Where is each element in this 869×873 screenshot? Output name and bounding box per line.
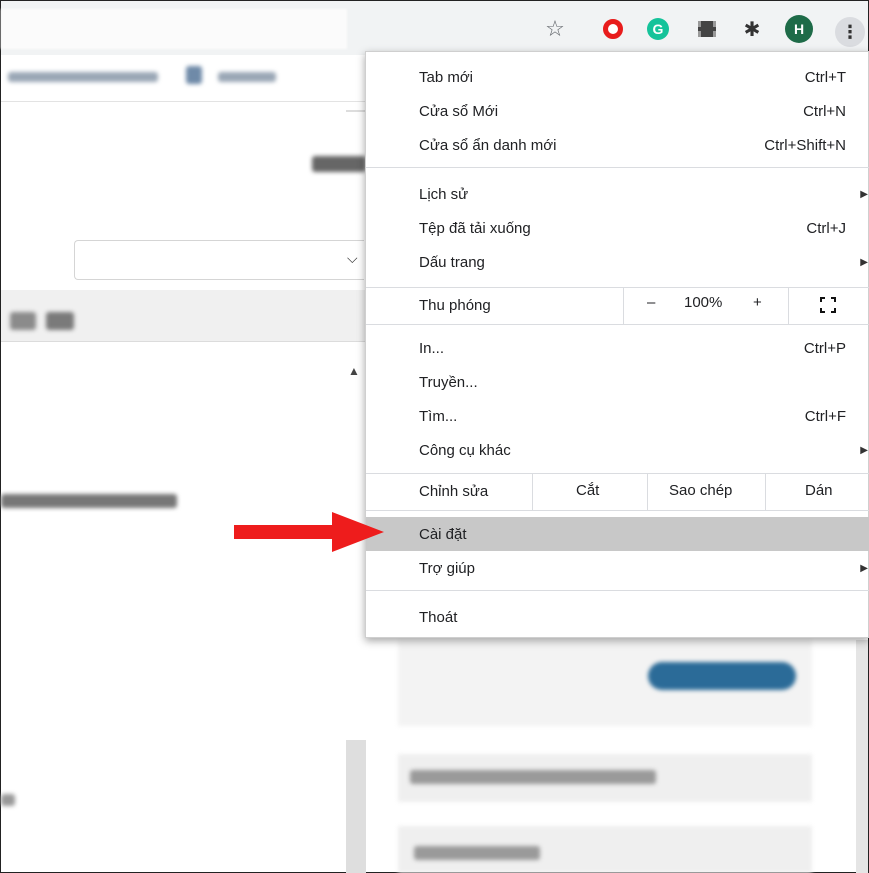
grammarly-letter: G: [647, 18, 669, 40]
zoom-divider: [623, 288, 624, 324]
bookmark-star-icon[interactable]: ☆: [541, 15, 569, 43]
menu-item-find[interactable]: Tìm... Ctrl+F: [366, 399, 869, 433]
blurred-text-fragment: [1, 794, 15, 806]
submenu-arrow-icon: ▶: [860, 444, 868, 456]
opera-adblock-icon[interactable]: [599, 15, 627, 43]
menu-item-shortcut: Ctrl+N: [803, 102, 846, 120]
blurred-body-text: [1, 494, 177, 508]
browser-toolbar: ☆ G ✱ H ⋮: [1, 1, 868, 55]
chevron-down-icon[interactable]: ⌵: [347, 250, 365, 268]
menu-item-new-incognito-window[interactable]: Cửa sổ ẩn danh mới Ctrl+Shift+N: [366, 128, 869, 162]
menu-item-label: Cửa sổ Mới: [419, 102, 499, 120]
blurred-panel-title: [410, 770, 656, 784]
menu-item-exit[interactable]: Thoát: [366, 600, 869, 634]
cut-button[interactable]: Cắt: [576, 482, 599, 499]
menu-item-cast[interactable]: Truyền...: [366, 365, 869, 399]
blurred-primary-button[interactable]: [648, 662, 796, 690]
paste-button[interactable]: Dán: [805, 482, 833, 499]
menu-item-shortcut: Ctrl+F: [804, 407, 846, 425]
chrome-menu-kebab-icon[interactable]: ⋮: [835, 17, 865, 47]
grammarly-extension-icon[interactable]: G: [644, 15, 672, 43]
menu-item-label: Cửa sổ ẩn danh mới: [419, 136, 557, 154]
menu-separator: [366, 324, 869, 325]
bookmark-folder-icon: [186, 66, 202, 84]
bookmark-item-blurred-2[interactable]: [218, 72, 276, 82]
right-scrollbar[interactable]: [856, 640, 868, 873]
blurred-input-field[interactable]: [74, 240, 364, 280]
menu-item-help[interactable]: Trợ giúp ▶: [366, 551, 869, 585]
filmstrip-extension-icon[interactable]: [693, 15, 721, 43]
menu-item-label: Dấu trang: [419, 253, 485, 271]
menu-item-label: Tìm...: [419, 407, 458, 425]
editor-tool-icon-2[interactable]: [46, 312, 74, 330]
menu-zoom-row: Thu phóng – 100% +: [366, 288, 869, 324]
bookmark-item-blurred[interactable]: [8, 72, 158, 82]
menu-item-shortcut: Ctrl+Shift+N: [764, 136, 846, 154]
menu-item-settings[interactable]: Cài đặt: [366, 517, 869, 551]
menu-item-history[interactable]: Lịch sử ▶: [366, 177, 869, 211]
edit-divider: [647, 474, 648, 510]
menu-item-label: Tệp đã tải xuống: [419, 219, 531, 237]
menu-separator: [366, 167, 869, 168]
scroll-up-arrow-icon[interactable]: ▲: [348, 364, 360, 378]
menu-item-bookmarks[interactable]: Dấu trang ▶: [366, 245, 869, 279]
editor-tool-icon[interactable]: [10, 312, 36, 330]
menu-item-label: Truyền...: [419, 373, 478, 391]
menu-separator: [366, 510, 869, 511]
edit-divider: [532, 474, 533, 510]
menu-item-downloads[interactable]: Tệp đã tải xuống Ctrl+J: [366, 211, 869, 245]
submenu-arrow-icon: ▶: [860, 256, 868, 268]
scrollbar-track[interactable]: [346, 740, 366, 873]
menu-edit-row: Chỉnh sửa Cắt Sao chép Dán: [366, 474, 869, 510]
menu-item-label: Công cụ khác: [419, 441, 511, 459]
avatar-letter: H: [785, 15, 813, 43]
menu-item-label: Cài đặt: [419, 525, 467, 543]
menu-item-print[interactable]: In... Ctrl+P: [366, 331, 869, 365]
menu-item-label: In...: [419, 339, 445, 357]
zoom-out-button[interactable]: –: [647, 294, 655, 311]
edit-label: Chỉnh sửa: [419, 483, 489, 500]
blurred-panel-title-2: [414, 846, 540, 860]
menu-item-shortcut: Ctrl+T: [804, 68, 846, 86]
menu-item-shortcut: Ctrl+J: [806, 219, 846, 237]
menu-item-more-tools[interactable]: Công cụ khác ▶: [366, 433, 869, 467]
menu-item-label: Tab mới: [419, 68, 474, 86]
profile-avatar[interactable]: H: [785, 15, 813, 43]
fullscreen-icon[interactable]: [820, 297, 836, 313]
zoom-in-button[interactable]: +: [753, 294, 762, 311]
chrome-main-menu: Tab mới Ctrl+T Cửa sổ Mới Ctrl+N Cửa sổ …: [365, 51, 869, 638]
address-bar[interactable]: [1, 9, 347, 49]
blurred-number: [312, 156, 366, 172]
zoom-divider: [788, 288, 789, 324]
menu-item-label: Lịch sử: [419, 185, 469, 203]
menu-item-shortcut: Ctrl+P: [803, 339, 846, 357]
extensions-puzzle-icon[interactable]: ✱: [738, 15, 766, 43]
menu-item-label: Trợ giúp: [419, 559, 475, 577]
zoom-level: 100%: [684, 294, 723, 311]
copy-button[interactable]: Sao chép: [669, 482, 732, 499]
menu-item-new-window[interactable]: Cửa sổ Mới Ctrl+N: [366, 94, 869, 128]
edit-divider: [765, 474, 766, 510]
menu-item-label: Thoát: [419, 608, 458, 626]
zoom-label: Thu phóng: [419, 297, 491, 314]
submenu-arrow-icon: ▶: [860, 562, 868, 574]
menu-separator: [366, 590, 869, 591]
submenu-arrow-icon: ▶: [860, 188, 868, 200]
menu-item-new-tab[interactable]: Tab mới Ctrl+T: [366, 60, 869, 94]
red-pointer-arrow-icon: [234, 512, 384, 552]
